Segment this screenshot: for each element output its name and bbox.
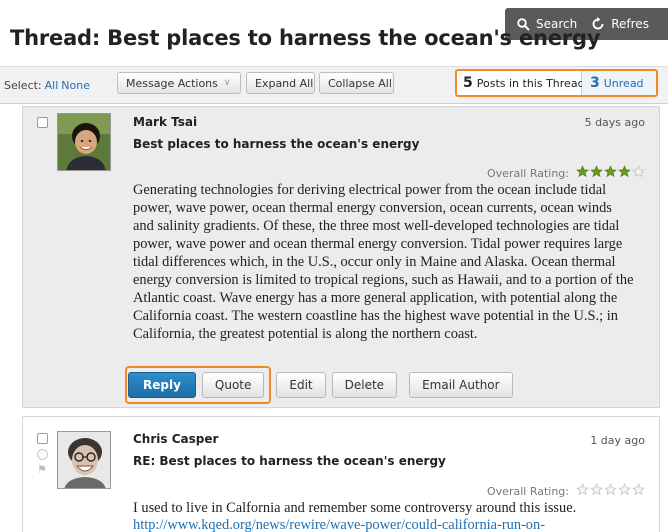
post-date: 1 day ago [590, 434, 645, 447]
thread-toolbar: Select: All None Message Actions ∨ Expand … [0, 66, 668, 104]
select-none-link[interactable]: None [61, 79, 90, 92]
refresh-label: Refres [611, 17, 649, 31]
read-status-icon[interactable] [37, 449, 48, 460]
post-select-checkbox[interactable] [37, 433, 48, 444]
unread-count-label: Unread [603, 76, 644, 90]
rating-label: Overall Rating: [487, 484, 569, 498]
post-rating: Overall Rating: [487, 165, 645, 181]
rating-label: Overall Rating: [487, 166, 569, 180]
reply-quote-highlight [125, 366, 271, 404]
rating-stars[interactable] [575, 165, 645, 181]
post-item: Mark Tsai 5 days ago Best places to harn… [22, 106, 660, 408]
post-link[interactable]: http://www.kqed.org/news/rewire/wave-pow… [133, 517, 643, 532]
post-date: 5 days ago [584, 116, 645, 129]
avatar [57, 113, 111, 171]
posts-count-number: 5 [463, 75, 473, 91]
avatar-image [58, 432, 110, 488]
edit-button[interactable]: Edit [276, 372, 326, 398]
select-label: Select: [4, 79, 42, 92]
post-actions: Reply Quote Edit Delete Email Author [125, 366, 519, 404]
star-empty-icon[interactable] [632, 483, 645, 496]
select-controls: Select: All None [4, 79, 90, 92]
post-rating: Overall Rating: [487, 483, 645, 499]
expand-all-button[interactable]: Expand All [246, 72, 315, 94]
star-empty-icon[interactable] [632, 165, 645, 178]
post-select-checkbox[interactable] [37, 117, 48, 128]
email-author-button[interactable]: Email Author [409, 372, 513, 398]
star-filled-icon[interactable] [576, 165, 589, 178]
post-author[interactable]: Chris Casper [133, 432, 218, 446]
avatar-image [58, 114, 110, 170]
page-title: Thread: Best places to harness the ocean… [10, 26, 601, 50]
post-count-box: 5 Posts in this Thread 3 Unread [455, 69, 658, 97]
unread-count[interactable]: 3 Unread [582, 71, 656, 95]
select-all-link[interactable]: All [45, 79, 59, 92]
chevron-down-icon: ∨ [223, 78, 231, 88]
delete-button[interactable]: Delete [331, 372, 398, 398]
post-body: I used to live in Calfornia and remember… [133, 500, 577, 516]
message-actions-label: Message Actions [126, 76, 218, 90]
posts-count-label: Posts in this Thread [476, 76, 585, 90]
post-subject: Best places to harness the ocean's energ… [133, 137, 420, 151]
star-filled-icon[interactable] [590, 165, 603, 178]
rating-stars[interactable] [575, 483, 645, 499]
unread-count-number: 3 [590, 75, 600, 91]
collapse-all-button[interactable]: Collapse All [319, 72, 394, 94]
post-subject: RE: Best places to harness the ocean's e… [133, 454, 446, 468]
star-empty-icon[interactable] [618, 483, 631, 496]
post-body: Generating technologies for deriving ele… [133, 182, 634, 342]
star-filled-icon[interactable] [604, 165, 617, 178]
star-empty-icon[interactable] [604, 483, 617, 496]
message-actions-button[interactable]: Message Actions ∨ [117, 72, 241, 94]
post-author[interactable]: Mark Tsai [133, 115, 197, 129]
avatar [57, 431, 111, 489]
star-filled-icon[interactable] [618, 165, 631, 178]
star-empty-icon[interactable] [576, 483, 589, 496]
flag-icon[interactable]: ⚑ [37, 463, 47, 476]
post-item: ⚑ Chris Casper 1 day ago RE: Best places… [22, 416, 660, 532]
star-empty-icon[interactable] [590, 483, 603, 496]
posts-count: 5 Posts in this Thread [457, 71, 585, 95]
